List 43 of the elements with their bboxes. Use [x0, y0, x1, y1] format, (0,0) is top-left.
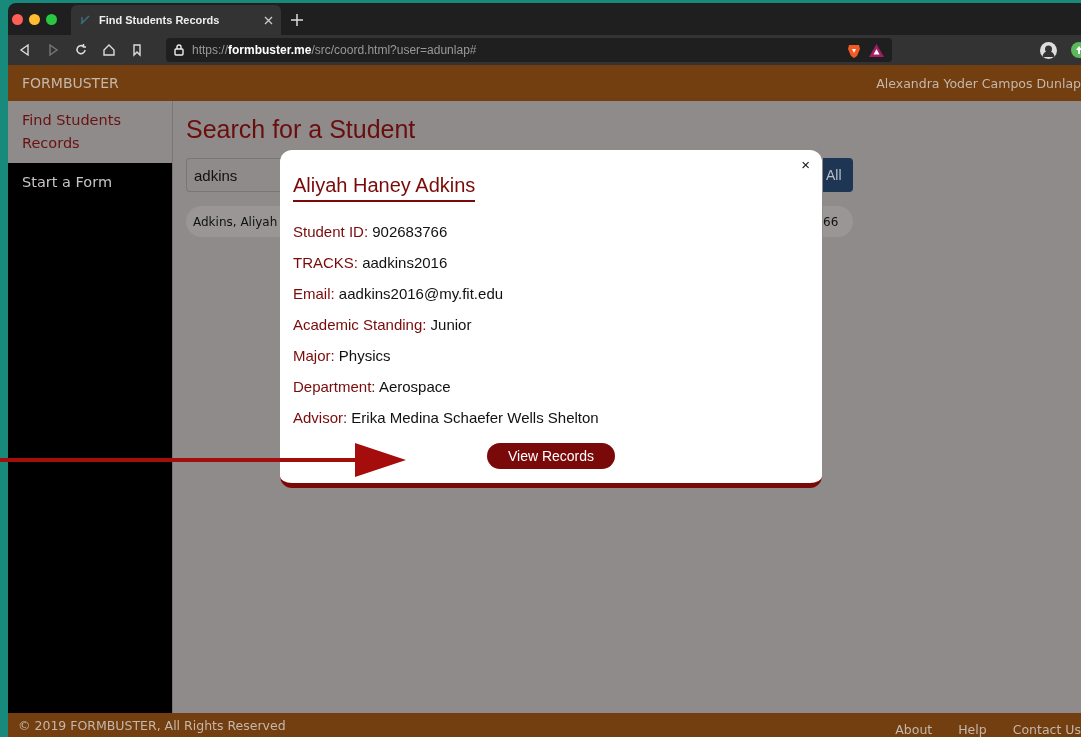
user-name: Alexandra Yoder Campos Dunlap — [876, 75, 1081, 91]
reload-icon[interactable] — [74, 43, 88, 57]
avatar-icon[interactable] — [1040, 41, 1057, 59]
sidebar-item[interactable]: Find Students Records — [8, 101, 172, 163]
view-records-button[interactable]: View Records — [486, 443, 616, 469]
student-detail: Department: Aerospace — [293, 377, 452, 397]
zoom-window-button[interactable] — [46, 13, 57, 25]
footer-link[interactable]: Help — [958, 722, 987, 737]
student-detail: Email: aadkins2016@my.fit.edu — [293, 284, 505, 304]
url-text: https://formbuster.me/src/coord.html?user=adunlap# — [192, 43, 478, 57]
new-tab-icon[interactable] — [291, 14, 303, 26]
triangle-icon[interactable] — [869, 43, 884, 57]
lock-icon — [174, 44, 184, 56]
result-name[interactable]: Adkins, Aliyah — [186, 206, 281, 237]
close-window-button[interactable] — [12, 13, 23, 25]
home-icon[interactable] — [102, 43, 116, 57]
search-field[interactable]: adkins — [186, 158, 281, 192]
close-tab-icon[interactable] — [264, 15, 273, 25]
student-detail: Major: Physics — [293, 346, 392, 366]
result-id[interactable]: 66 — [823, 206, 853, 237]
browser-tab[interactable]: Find Students Records — [71, 5, 281, 35]
student-detail: Student ID: 902683766 — [293, 222, 449, 242]
student-detail: Academic Standing: Junior — [293, 315, 473, 335]
bookmark-icon[interactable] — [130, 43, 144, 57]
footer-link[interactable]: Contact Us — [1012, 722, 1081, 737]
address-bar[interactable]: https://formbuster.me/src/coord.html?user=adunlap# — [166, 38, 892, 62]
footer-link[interactable]: About — [895, 722, 933, 737]
back-icon[interactable] — [18, 43, 32, 57]
forward-icon[interactable] — [46, 43, 60, 57]
tab-title: Find Students Records — [99, 14, 221, 26]
lion-shield-icon[interactable] — [847, 42, 861, 58]
close-button[interactable]: × — [801, 156, 810, 173]
update-icon[interactable] — [1071, 42, 1081, 58]
page-title: Search for a Student — [186, 115, 417, 144]
student-detail: TRACKS: aadkins2016 — [293, 253, 449, 273]
favicon-icon — [79, 14, 91, 26]
minimize-window-button[interactable] — [29, 13, 40, 25]
student-detail: Advisor: Erika Medina Schaefer Wells Shelton — [293, 408, 600, 428]
search-button[interactable]: All — [823, 158, 853, 192]
copyright-text: © 2019 FORMBUSTER, All Rights Reserved — [18, 717, 286, 733]
sidebar-item[interactable]: Start a Form — [8, 163, 172, 202]
student-name: Aliyah Haney Adkins — [293, 174, 476, 202]
brand-name: FORMBUSTER — [22, 75, 119, 91]
